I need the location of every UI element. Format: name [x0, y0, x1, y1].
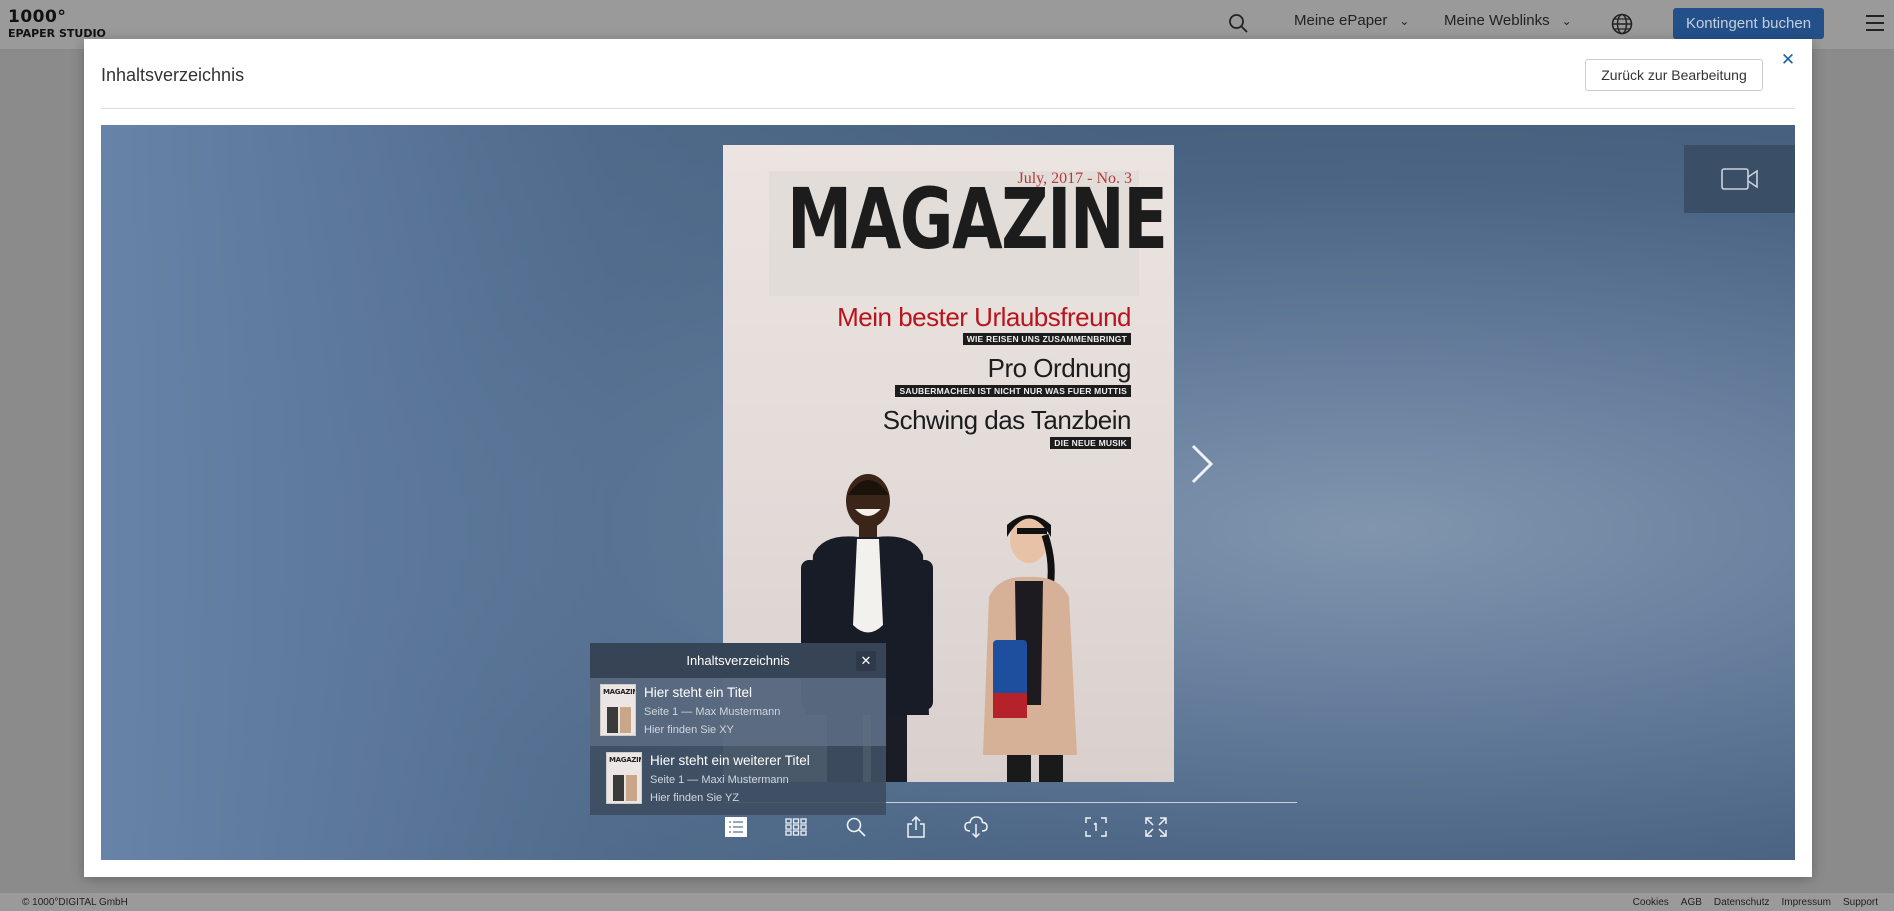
toc-item-title: Hier steht ein Titel	[644, 685, 753, 700]
video-button[interactable]	[1684, 145, 1795, 213]
masthead: MAGAZINE	[787, 170, 1168, 268]
close-icon[interactable]: ✕	[1779, 51, 1797, 69]
nav-my-weblinks[interactable]: Meine Weblinks ⌄	[1444, 12, 1572, 29]
nav-my-weblinks-label: Meine Weblinks	[1444, 12, 1550, 29]
headline-1: Mein bester Urlaubsfreund	[837, 302, 1131, 332]
book-quota-button[interactable]: Kontingent buchen	[1673, 8, 1824, 39]
footer-link-agb[interactable]: AGB	[1681, 897, 1702, 908]
toc-item-title: Hier steht ein weiterer Titel	[650, 753, 810, 768]
nav-my-epaper[interactable]: Meine ePaper ⌄	[1294, 12, 1409, 29]
toc-panel-title: Inhaltsverzeichnis	[686, 653, 790, 668]
thumbnail-masthead: MAGAZINE	[603, 688, 635, 696]
hamburger-menu-icon[interactable]	[1866, 15, 1884, 31]
toc-item-description: Hier finden Sie XY	[644, 724, 734, 736]
toc-list-icon[interactable]	[723, 815, 749, 839]
download-icon[interactable]	[963, 815, 989, 839]
thumbnail-masthead: MAGAZINE	[609, 756, 641, 764]
page-thumbnail: MAGAZINE	[606, 752, 642, 804]
footer-copyright: © 1000°DIGITAL GmbH	[22, 897, 128, 908]
fullscreen-icon[interactable]	[1143, 815, 1169, 839]
page-thumbnail: MAGAZINE	[600, 684, 636, 736]
app-footer: © 1000°DIGITAL GmbH Cookies AGB Datensch…	[0, 893, 1894, 911]
footer-link-support[interactable]: Support	[1843, 897, 1878, 908]
headline-3-tag: DIE NEUE MUSIK	[1050, 437, 1131, 449]
footer-link-cookies[interactable]: Cookies	[1633, 897, 1669, 908]
nav-my-epaper-label: Meine ePaper	[1294, 12, 1388, 29]
toc-item-meta: Seite 1 — Max Mustermann	[644, 706, 781, 718]
toc-item-description: Hier finden Sie YZ	[650, 792, 740, 804]
globe-icon[interactable]	[1611, 13, 1633, 35]
footer-links: Cookies AGB Datenschutz Impressum Suppor…	[1633, 897, 1878, 908]
logo-line-1: 1000°	[8, 7, 67, 27]
search-icon[interactable]	[843, 815, 869, 839]
app-logo[interactable]: 1000° EPAPER STUDIO	[8, 7, 106, 40]
back-to-editing-button[interactable]: Zurück zur Bearbeitung	[1585, 59, 1763, 91]
modal-title: Inhaltsverzeichnis	[101, 65, 245, 85]
chevron-down-icon: ⌄	[1399, 13, 1410, 28]
footer-link-privacy[interactable]: Datenschutz	[1714, 897, 1770, 908]
chevron-down-icon: ⌄	[1561, 13, 1572, 28]
toc-item[interactable]: MAGAZINE Hier steht ein Titel Seite 1 — …	[590, 678, 886, 746]
headline-2: Pro Ordnung	[987, 353, 1132, 383]
video-camera-icon	[1720, 168, 1758, 190]
toc-panel-header: Inhaltsverzeichnis ✕	[590, 643, 886, 678]
headline-3: Schwing das Tanzbein	[882, 405, 1132, 435]
toc-item[interactable]: MAGAZINE Hier steht ein weiterer Titel S…	[590, 746, 886, 814]
share-icon[interactable]	[903, 815, 929, 839]
headline-2-tag: SAUBERMACHEN IST NICHT NUR WAS FUER MUTT…	[895, 385, 1131, 397]
toc-panel: Inhaltsverzeichnis ✕ MAGAZINE Hier steht…	[590, 643, 886, 815]
page-number-icon[interactable]	[1083, 815, 1109, 839]
modal-divider	[101, 108, 1795, 109]
next-page-arrow-icon[interactable]	[1189, 443, 1215, 485]
footer-link-imprint[interactable]: Impressum	[1782, 897, 1831, 908]
logo-line-2: EPAPER STUDIO	[8, 27, 106, 40]
epaper-viewer: July, 2017 - No. 3 MAGAZINE Mein bester …	[101, 125, 1795, 860]
search-icon[interactable]	[1228, 13, 1248, 33]
toc-modal: Inhaltsverzeichnis Zurück zur Bearbeitun…	[84, 39, 1812, 877]
toc-item-meta: Seite 1 — Maxi Mustermann	[650, 774, 789, 786]
close-icon[interactable]: ✕	[856, 651, 876, 671]
grid-overview-icon[interactable]	[783, 815, 809, 839]
headline-1-tag: WIE REISEN UNS ZUSAMMENBRINGT	[962, 333, 1131, 345]
